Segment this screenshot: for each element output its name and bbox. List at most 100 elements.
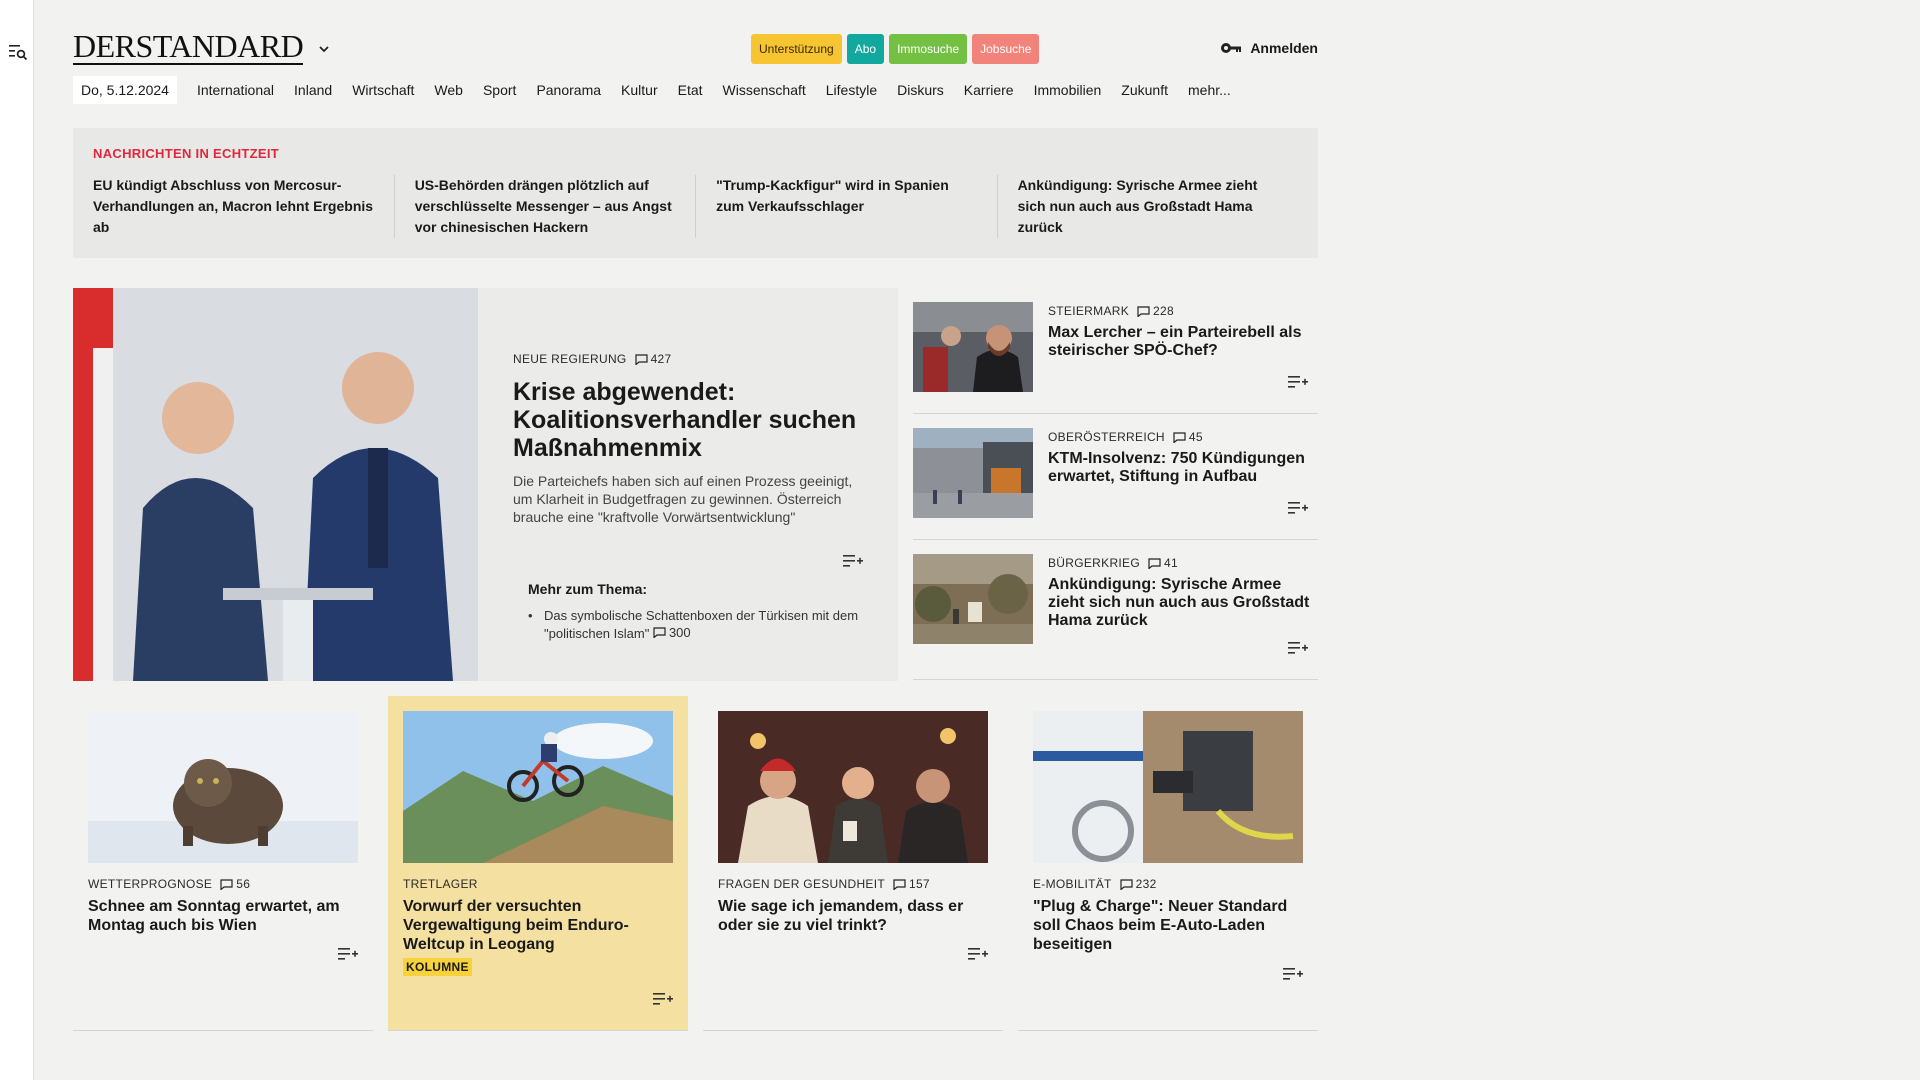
comment-icon	[1173, 431, 1186, 443]
related-box: Mehr zum Thema: Das symbolische Schatten…	[528, 581, 868, 642]
side-article[interactable]: BÜRGERKRIEG 41 Ankündigung: Syrische Arm…	[913, 540, 1318, 680]
card-kicker: WETTERPROGNOSE 56	[88, 877, 358, 891]
add-to-list-icon[interactable]	[843, 553, 863, 569]
card-photo[interactable]	[1033, 711, 1303, 863]
nav-wissenschaft[interactable]: Wissenschaft	[723, 82, 806, 98]
comment-count[interactable]: 45	[1173, 430, 1203, 444]
hero-title[interactable]: Krise abgewendet: Koalitionsverhandler s…	[513, 378, 863, 462]
nav-karriere[interactable]: Karriere	[964, 82, 1014, 98]
add-to-list-icon[interactable]	[1283, 966, 1303, 982]
nav-immobilien[interactable]: Immobilien	[1034, 82, 1102, 98]
side-kicker: OBERÖSTERREICH 45	[1048, 430, 1313, 444]
column-badge: KOLUMNE	[403, 958, 472, 976]
hero-body: NEUE REGIERUNG 427 Krise abgewendet: Koa…	[513, 352, 863, 526]
nav-inland[interactable]: Inland	[294, 82, 332, 98]
comment-count[interactable]: 232	[1120, 877, 1157, 891]
comment-number: 45	[1188, 430, 1203, 444]
comment-icon	[1137, 305, 1150, 317]
add-to-list-icon[interactable]	[1288, 640, 1308, 656]
comment-count[interactable]: 427	[634, 352, 672, 366]
side-article[interactable]: STEIERMARK 228 Max Lercher – ein Parteir…	[913, 288, 1318, 414]
comment-number: 228	[1153, 304, 1174, 318]
add-to-list-icon[interactable]	[1288, 500, 1308, 516]
comment-number: 56	[236, 877, 251, 891]
kicker-label: WETTERPROGNOSE	[88, 877, 213, 891]
side-photo[interactable]	[913, 302, 1033, 392]
support-button[interactable]: Unterstützung	[751, 34, 842, 64]
add-to-list-icon[interactable]	[338, 946, 358, 962]
immosuche-button[interactable]: Immosuche	[889, 34, 968, 64]
section-nav: Do, 5.12.2024 International Inland Wirts…	[73, 76, 1251, 104]
kicker-label: OBERÖSTERREICH	[1048, 430, 1165, 444]
side-title[interactable]: Max Lercher – ein Parteirebell als steir…	[1048, 324, 1313, 360]
card-kicker: E-MOBILITÄT 232	[1033, 877, 1303, 891]
main-column: DERSTANDARD Unterstützung Abo Immosuche …	[73, 0, 1318, 1031]
comment-icon	[893, 878, 906, 890]
nav-sport[interactable]: Sport	[483, 82, 516, 98]
ticker-item[interactable]: "Trump-Kackfigur" wird in Spanien zum Ve…	[695, 175, 996, 238]
card-row: WETTERPROGNOSE 56 Schnee am Sonntag erwa…	[73, 696, 1318, 1031]
card-photo[interactable]	[88, 711, 358, 863]
card-title[interactable]: Vorwurf der versuchten Vergewaltigung be…	[403, 897, 673, 954]
comment-count[interactable]: 56	[220, 877, 250, 891]
card-title[interactable]: Schnee am Sonntag erwartet, am Montag au…	[88, 897, 358, 935]
nav-web[interactable]: Web	[434, 82, 463, 98]
side-photo[interactable]	[913, 428, 1033, 518]
add-to-list-icon[interactable]	[653, 991, 673, 1007]
nav-diskurs[interactable]: Diskurs	[897, 82, 944, 98]
ticker-item[interactable]: EU kündigt Abschluss von Mercosur-Verhan…	[93, 175, 394, 238]
menu-search-icon[interactable]	[8, 42, 28, 62]
hero-kicker: NEUE REGIERUNG 427	[513, 352, 863, 366]
add-to-list-icon[interactable]	[968, 946, 988, 962]
site-logo[interactable]: DERSTANDARD	[73, 30, 304, 65]
side-kicker: STEIERMARK 228	[1048, 304, 1313, 318]
comment-number: 41	[1163, 556, 1178, 570]
card-article[interactable]: E-MOBILITÄT 232 "Plug & Charge": Neuer S…	[1018, 696, 1318, 1031]
nav-more[interactable]: mehr...	[1188, 82, 1231, 98]
side-kicker: BÜRGERKRIEG 41	[1048, 556, 1313, 570]
ticker-item[interactable]: US-Behörden drängen plötzlich auf versch…	[393, 175, 695, 238]
card-photo[interactable]	[403, 711, 673, 863]
card-kicker: TRETLAGER	[403, 877, 673, 891]
side-photo[interactable]	[913, 554, 1033, 644]
nav-zukunft[interactable]: Zukunft	[1121, 82, 1168, 98]
comment-count[interactable]: 300	[653, 624, 691, 641]
card-title[interactable]: Wie sage ich jemandem, dass er oder sie …	[718, 897, 988, 935]
hero-teaser: Die Parteichefs haben sich auf einen Pro…	[513, 473, 853, 525]
side-title[interactable]: KTM-Insolvenz: 750 Kündigungen erwartet,…	[1048, 450, 1313, 486]
nav-international[interactable]: International	[197, 82, 274, 98]
related-link[interactable]: Das symbolische Schattenboxen der Türkis…	[528, 607, 868, 642]
chevron-down-icon[interactable]	[317, 42, 331, 56]
card-article[interactable]: WETTERPROGNOSE 56 Schnee am Sonntag erwa…	[73, 696, 373, 1031]
card-article-column[interactable]: TRETLAGER Vorwurf der versuchten Vergewa…	[388, 696, 688, 1031]
hero-photo[interactable]	[73, 288, 478, 681]
abo-button[interactable]: Abo	[846, 34, 885, 64]
add-to-list-icon[interactable]	[1288, 374, 1308, 390]
kicker-label: BÜRGERKRIEG	[1048, 556, 1140, 570]
nav-kultur[interactable]: Kultur	[621, 82, 658, 98]
comment-count[interactable]: 41	[1148, 556, 1178, 570]
ticker-row: EU kündigt Abschluss von Mercosur-Verhan…	[93, 175, 1298, 238]
key-icon	[1221, 43, 1242, 53]
nav-panorama[interactable]: Panorama	[536, 82, 601, 98]
ticker-item[interactable]: Ankündigung: Syrische Armee zieht sich n…	[996, 175, 1298, 238]
comment-icon	[653, 627, 666, 638]
comment-number: 300	[668, 625, 691, 640]
left-rail	[0, 0, 34, 1080]
header-pills: Unterstützung Abo Immosuche Jobsuche	[751, 34, 1040, 64]
nav-wirtschaft[interactable]: Wirtschaft	[352, 82, 414, 98]
card-title[interactable]: "Plug & Charge": Neuer Standard soll Cha…	[1033, 897, 1303, 954]
jobsuche-button[interactable]: Jobsuche	[972, 34, 1040, 64]
comment-icon	[634, 353, 648, 365]
side-title[interactable]: Ankündigung: Syrische Armee zieht sich n…	[1048, 576, 1313, 630]
related-heading: Mehr zum Thema:	[528, 581, 648, 597]
comment-count[interactable]: 157	[893, 877, 930, 891]
card-photo[interactable]	[718, 711, 988, 863]
side-body: BÜRGERKRIEG 41 Ankündigung: Syrische Arm…	[1048, 556, 1313, 630]
side-article[interactable]: OBERÖSTERREICH 45 KTM-Insolvenz: 750 Kün…	[913, 414, 1318, 540]
card-article[interactable]: FRAGEN DER GESUNDHEIT 157 Wie sage ich j…	[703, 696, 1003, 1031]
nav-etat[interactable]: Etat	[678, 82, 703, 98]
comment-count[interactable]: 228	[1137, 304, 1174, 318]
login-button[interactable]: Anmelden	[1220, 40, 1318, 56]
nav-lifestyle[interactable]: Lifestyle	[826, 82, 877, 98]
